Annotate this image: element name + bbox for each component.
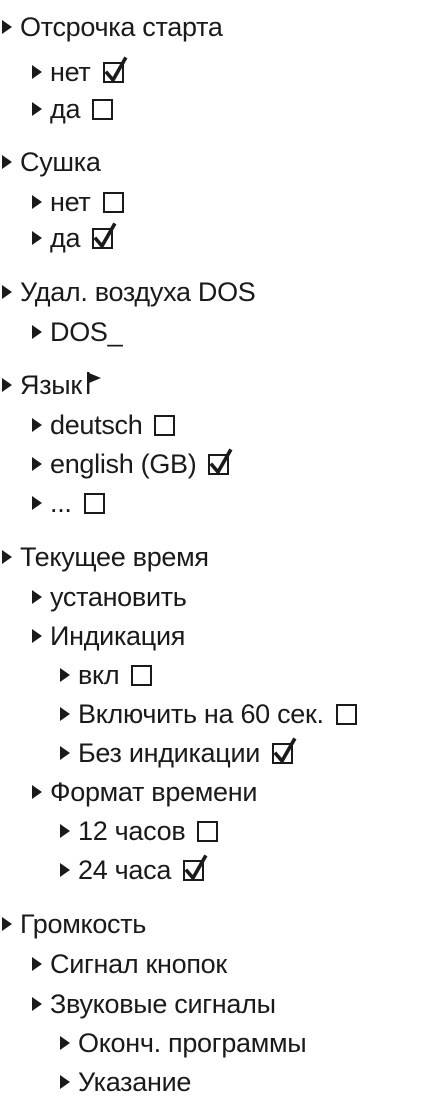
menu-item-label: Без индикации (78, 737, 261, 768)
triangle-right-icon (32, 457, 42, 471)
menu-item-да[interactable]: да (32, 91, 114, 127)
menu-item-label: Текущее время (20, 541, 209, 572)
triangle-right-icon (32, 957, 42, 971)
menu-item-label: да (50, 222, 81, 253)
triangle-right-icon (32, 997, 42, 1011)
empty-checkbox-icon[interactable] (92, 98, 114, 120)
triangle-right-icon (2, 285, 12, 299)
empty-checkbox-icon[interactable] (154, 414, 176, 436)
menu-item-label: нет (50, 56, 91, 87)
menu-item-звуковые-сигналы[interactable]: Звуковые сигналы (32, 986, 276, 1022)
menu-item-label: Язык (20, 369, 82, 400)
menu-item-указание[interactable]: Указание (60, 1064, 191, 1100)
menu-item-label: Формат времени (50, 776, 258, 807)
empty-checkbox-icon[interactable] (335, 703, 357, 725)
triangle-right-icon (2, 550, 12, 564)
menu-item-ellipsis[interactable]: ... (32, 485, 105, 521)
menu-item-label: вкл (78, 659, 120, 690)
triangle-right-icon (32, 102, 42, 116)
triangle-right-icon (32, 325, 42, 339)
empty-checkbox-icon[interactable] (197, 820, 219, 842)
menu-item-нет[interactable]: нет (32, 184, 124, 220)
menu-item-вкл[interactable]: вкл (60, 657, 153, 693)
menu-item-dos[interactable]: DOS_ (32, 314, 123, 350)
menu-item-громкость[interactable]: Громкость (2, 906, 146, 942)
menu-item-label: Индикация (50, 620, 186, 651)
menu-item-label: Указание (78, 1066, 192, 1097)
empty-checkbox-icon[interactable] (102, 191, 124, 213)
triangle-right-icon (32, 496, 42, 510)
menu-item-label: deutsch (50, 409, 143, 440)
checked-checkbox-icon[interactable] (92, 222, 117, 249)
menu-item-label: Сигнал кнопок (50, 948, 227, 979)
empty-checkbox-icon[interactable] (131, 664, 153, 686)
menu-item-label: Включить на 60 сек. (78, 698, 324, 729)
menu-item-label: установить (50, 581, 187, 612)
triangle-right-icon (60, 863, 70, 877)
menu-item-label: english (GB) (50, 448, 197, 479)
menu-item-deutsch[interactable]: deutsch (32, 407, 176, 443)
menu-item-label: Удал. воздуха DOS (20, 276, 256, 307)
triangle-right-icon (60, 707, 70, 721)
menu-item-удал-воздуха-dos[interactable]: Удал. воздуха DOS (2, 274, 256, 310)
checked-checkbox-icon[interactable] (208, 448, 233, 475)
triangle-right-icon (60, 668, 70, 682)
menu-item-текущее-время[interactable]: Текущее время (2, 539, 209, 575)
menu-item-label: Сушка (20, 146, 101, 177)
menu-item-label: да (50, 93, 81, 124)
menu-item-без-индикации[interactable]: Без индикации (60, 735, 297, 771)
triangle-right-icon (32, 590, 42, 604)
menu-item-label: Громкость (20, 908, 147, 939)
triangle-right-icon (60, 1075, 70, 1089)
menu-item-label: DOS_ (50, 316, 123, 347)
triangle-right-icon (60, 746, 70, 760)
menu-item-формат-времени[interactable]: Формат времени (32, 774, 257, 810)
checked-checkbox-icon[interactable] (102, 56, 127, 83)
menu-item-нет[interactable]: нет (32, 54, 127, 90)
menu-item-сигнал-кнопок[interactable]: Сигнал кнопок (32, 946, 227, 982)
menu-item-индикация[interactable]: Индикация (32, 618, 185, 654)
menu-item-label: Звуковые сигналы (50, 988, 276, 1019)
triangle-right-icon (32, 65, 42, 79)
menu-item-сушка[interactable]: Сушка (2, 144, 101, 180)
triangle-right-icon (32, 785, 42, 799)
triangle-right-icon (2, 378, 12, 392)
flag-icon (86, 371, 102, 395)
menu-item-установить[interactable]: установить (32, 579, 187, 615)
triangle-right-icon (60, 1036, 70, 1050)
menu-item-включить-на-60-сек[interactable]: Включить на 60 сек. (60, 696, 357, 732)
triangle-right-icon (32, 231, 42, 245)
triangle-right-icon (32, 418, 42, 432)
menu-item-label: 24 часа (78, 854, 172, 885)
menu-item-label: ... (50, 487, 72, 518)
menu-item-label: Отсрочка старта (20, 11, 223, 42)
menu-item-оконч-программы[interactable]: Оконч. программы (60, 1025, 307, 1061)
checked-checkbox-icon[interactable] (183, 854, 208, 881)
triangle-right-icon (32, 195, 42, 209)
checked-checkbox-icon[interactable] (272, 737, 297, 764)
menu-item-24-часа[interactable]: 24 часа (60, 852, 208, 888)
menu-item-label: нет (50, 186, 91, 217)
menu-item-label: 12 часов (78, 815, 186, 846)
menu-item-язык[interactable]: Язык (2, 367, 102, 403)
triangle-right-icon (2, 155, 12, 169)
menu-item-12-часов[interactable]: 12 часов (60, 813, 219, 849)
triangle-right-icon (2, 20, 12, 34)
menu-item-да[interactable]: да (32, 220, 117, 256)
triangle-right-icon (60, 824, 70, 838)
menu-item-english-gb[interactable]: english (GB) (32, 446, 233, 482)
triangle-right-icon (32, 629, 42, 643)
menu-item-label: Оконч. программы (78, 1027, 307, 1058)
menu-item-отсрочка-старта[interactable]: Отсрочка старта (2, 9, 223, 45)
triangle-right-icon (2, 917, 12, 931)
empty-checkbox-icon[interactable] (83, 492, 105, 514)
